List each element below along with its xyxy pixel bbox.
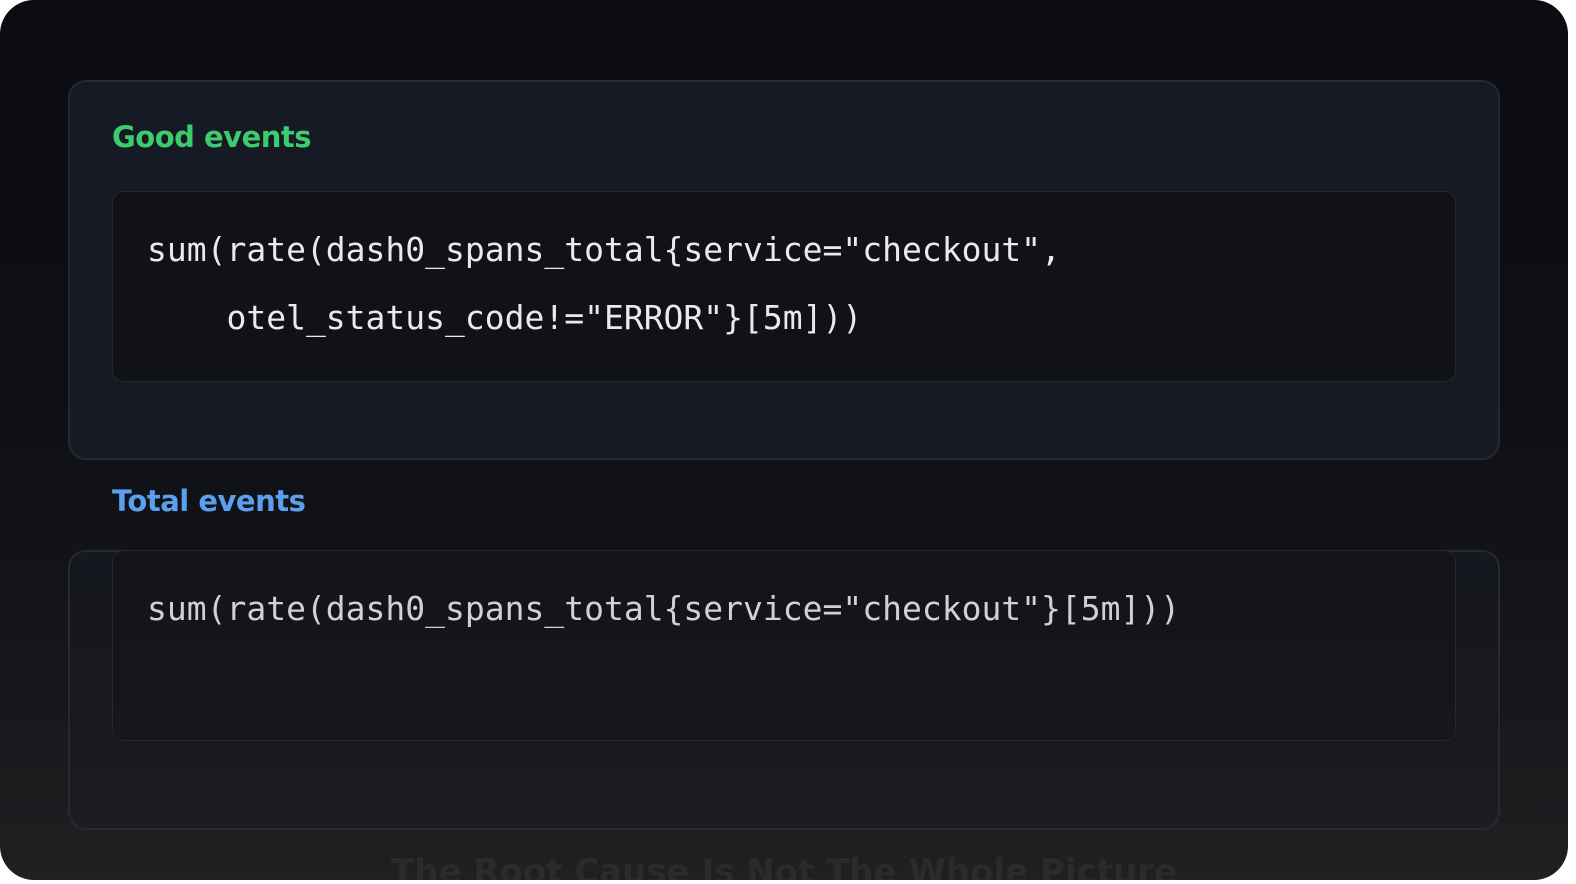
total-events-query-line-1: sum(rate(dash0_spans_total{service="chec…: [147, 589, 1181, 628]
good-events-query-line-1: sum(rate(dash0_spans_total{service="chec…: [147, 230, 1061, 269]
slide-frame: Good events sum(rate(dash0_spans_total{s…: [0, 0, 1568, 880]
total-events-title: Total events: [112, 484, 306, 518]
faded-caption: The Root Cause Is Not The Whole Picture: [390, 852, 1178, 880]
total-events-query-block: sum(rate(dash0_spans_total{service="chec…: [112, 550, 1456, 741]
good-events-query-line-2: otel_status_code!="ERROR"}[5m])): [147, 298, 863, 337]
good-events-title: Good events: [112, 120, 312, 154]
good-events-query-block: sum(rate(dash0_spans_total{service="chec…: [112, 191, 1456, 382]
